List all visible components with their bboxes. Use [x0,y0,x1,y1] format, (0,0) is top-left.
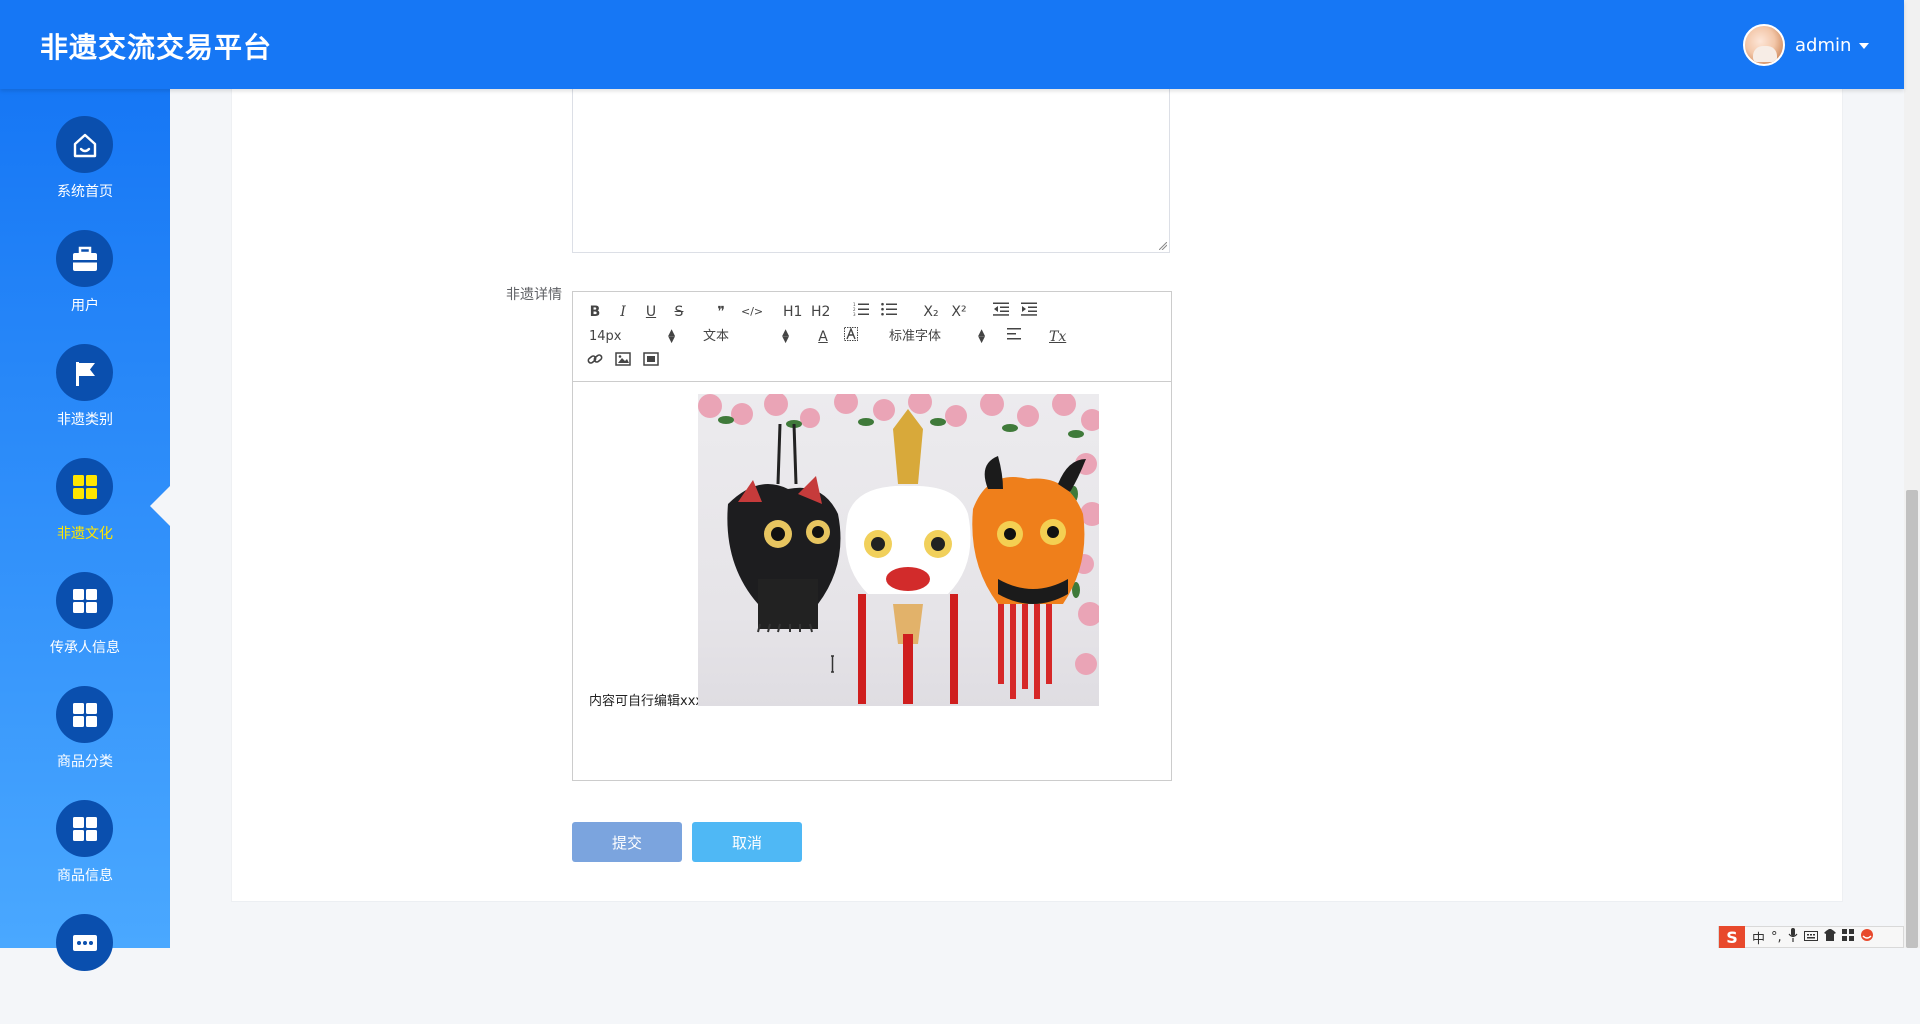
sidebar-item-heritage-category[interactable]: 非遗类别 [0,344,170,454]
ordered-list-icon[interactable]: 123 [853,302,869,322]
link-icon[interactable] [587,352,603,372]
sidebar-item-product-info[interactable]: 商品信息 [0,800,170,910]
sidebar-item-label: 非遗文化 [57,526,113,542]
video-icon[interactable] [643,352,659,372]
microphone-icon[interactable] [1788,928,1798,946]
strike-button[interactable]: S [671,302,687,322]
sidebar-item-label: 传承人信息 [50,640,120,656]
blockquote-button[interactable]: ❞ [713,302,729,322]
sidebar-item-label: 非遗类别 [57,412,113,428]
select-arrows-icon: ▲ ▼ [978,328,985,345]
sidebar-item-home[interactable]: 系统首页 [0,116,170,226]
font-family-value: 标准字体 [889,329,942,344]
select-arrows-icon: ▲ ▼ [668,328,675,345]
sidebar-item-inheritor[interactable]: 传承人信息 [0,572,170,682]
header-select-value: 文本 [703,329,730,344]
bold-button[interactable]: B [587,302,603,322]
grid-icon [56,800,113,857]
resize-grip-icon[interactable] [1159,242,1167,250]
sidebar-item-label: 系统首页 [57,184,113,200]
mascot-icon[interactable] [1860,928,1874,946]
underline-button[interactable]: U [643,302,659,322]
user-name[interactable]: admin [1795,35,1851,56]
text-color-button[interactable]: A [815,327,831,347]
active-indicator [150,484,172,528]
keyboard-icon[interactable] [1803,930,1818,945]
svg-text:3: 3 [853,312,856,316]
punctuation-icon[interactable]: °, [1771,930,1782,945]
h2-button[interactable]: H2 [811,302,830,322]
user-avatar[interactable] [1743,24,1785,66]
ime-language[interactable]: 中 [1752,928,1765,947]
ime-logo-icon[interactable]: S [1719,926,1745,948]
detail-label: 非遗详情 [506,287,562,303]
h1-button[interactable]: H1 [783,302,802,322]
top-bar: 非遗交流交易平台 admin [0,0,1904,89]
select-arrows-icon: ▲ ▼ [782,328,789,345]
superscript-button[interactable]: X² [951,302,967,322]
sidebar-item-user[interactable]: 用户 [0,230,170,340]
briefcase-icon [56,230,113,287]
grid-icon [56,686,113,743]
sidebar-item-product-category[interactable]: 商品分类 [0,686,170,796]
description-textarea[interactable] [572,89,1170,253]
indent-icon[interactable] [1021,302,1037,322]
skin-icon[interactable] [1823,929,1836,945]
font-family-select[interactable]: 标准字体 ▲ ▼ [889,327,985,347]
grid-icon [56,458,113,515]
font-size-select[interactable]: 14px ▲ ▼ [589,327,675,347]
outdent-icon[interactable] [993,302,1009,322]
grid-icon [56,572,113,629]
code-block-button[interactable]: </> [741,302,763,322]
submit-button[interactable]: 提交 [572,822,682,862]
clean-format-button[interactable]: Tx [1049,327,1066,347]
sidebar-item-label: 用户 [71,298,99,314]
more-icon [56,914,113,971]
font-size-value: 14px [589,329,622,344]
bullet-list-icon[interactable] [881,302,897,322]
image-icon[interactable] [615,352,631,372]
flag-icon [56,344,113,401]
caret-down-icon[interactable] [1859,43,1870,49]
page-scrollbar-thumb[interactable] [1906,490,1918,948]
sidebar-item-label: 商品信息 [57,868,113,884]
editor-content-text: 内容可自行编辑xxx [589,694,704,709]
header-select[interactable]: 文本 ▲ ▼ [703,327,789,347]
toolbox-icon[interactable] [1841,929,1854,945]
cancel-button[interactable]: 取消 [692,822,802,862]
italic-button[interactable]: I [615,302,631,322]
sidebar-item-heritage-culture[interactable]: 非遗文化 [0,458,170,568]
sidebar-item-more[interactable] [0,914,170,1024]
app-title: 非遗交流交易平台 [40,31,273,64]
background-color-icon[interactable] [843,327,859,347]
align-icon[interactable] [1007,327,1023,347]
sidebar: 系统首页 用户 非遗类别 非遗文化 传承人信息 商品分类 商品信息 [0,89,172,971]
ime-toolbar[interactable]: S 中 °, [1718,926,1904,948]
sidebar-item-label: 商品分类 [57,754,113,770]
home-icon [56,116,113,173]
subscript-button[interactable]: X₂ [923,302,939,322]
user-menu[interactable]: admin [1743,23,1870,67]
editor-toolbar: B I U S ❞ </> H1 H2 123 X₂ X² 14px ▲ ▼ 文本… [573,292,1171,382]
heritage-image[interactable] [698,394,1099,706]
